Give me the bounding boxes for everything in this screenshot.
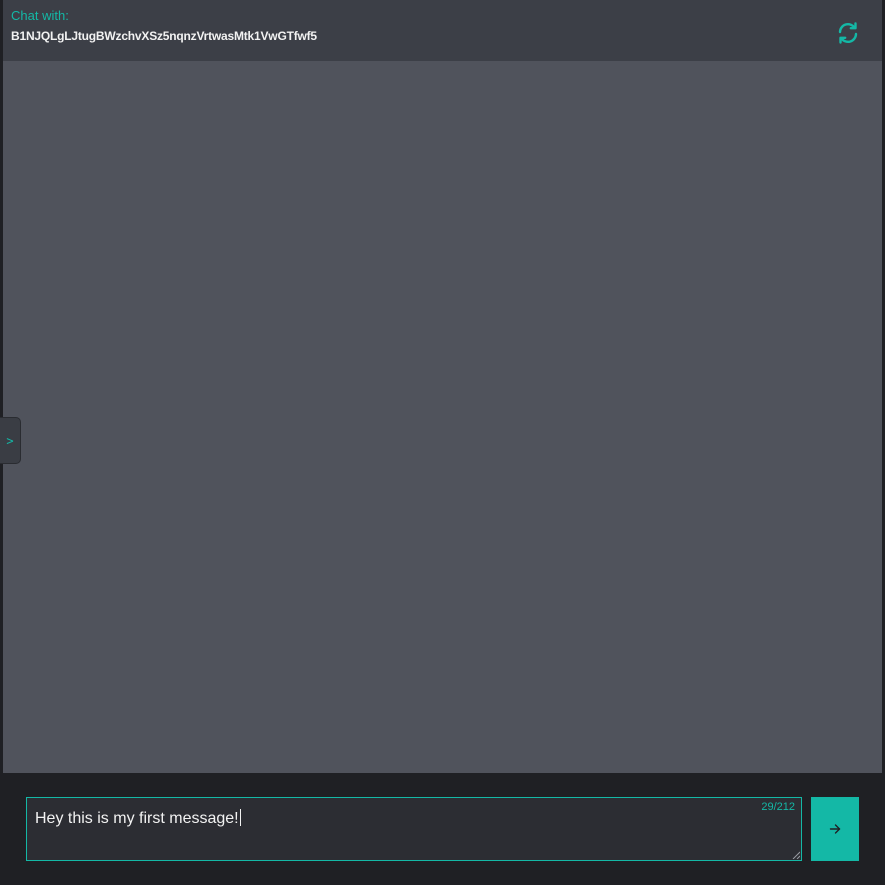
arrow-right-icon bbox=[829, 824, 841, 834]
chat-recipient-id: B1NJQLgLJtugBWzchvXSz5nqnzVrtwasMtk1VwGT… bbox=[11, 29, 317, 43]
sidebar-toggle-button[interactable]: > bbox=[0, 417, 21, 464]
message-composer: Hey this is my first message! 29/212 bbox=[3, 773, 882, 885]
chat-header: Chat with: B1NJQLgLJtugBWzchvXSz5nqnzVrt… bbox=[3, 0, 882, 61]
message-input-text[interactable]: Hey this is my first message! bbox=[35, 809, 241, 828]
resize-grip-icon[interactable] bbox=[792, 851, 800, 859]
message-list[interactable] bbox=[3, 61, 882, 773]
message-input[interactable]: Hey this is my first message! 29/212 bbox=[26, 797, 802, 861]
chat-with-label: Chat with: bbox=[11, 8, 69, 23]
character-counter: 29/212 bbox=[761, 801, 795, 813]
text-caret bbox=[239, 809, 241, 826]
message-input-value: Hey this is my first message! bbox=[35, 810, 239, 827]
send-button[interactable] bbox=[811, 797, 859, 861]
chat-app: Chat with: B1NJQLgLJtugBWzchvXSz5nqnzVrt… bbox=[0, 0, 885, 885]
refresh-icon bbox=[838, 22, 858, 44]
refresh-button[interactable] bbox=[836, 21, 860, 45]
